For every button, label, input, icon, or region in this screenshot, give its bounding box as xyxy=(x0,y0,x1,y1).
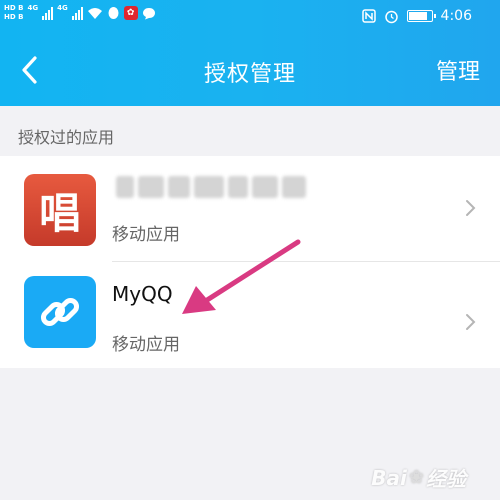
sing-app-glyph: 唱 xyxy=(38,188,81,238)
chevron-right-icon xyxy=(466,200,476,216)
qq-penguin-icon xyxy=(108,7,119,19)
network-type-2: 4G xyxy=(57,4,68,12)
annotation-arrow-icon xyxy=(182,239,301,314)
alarm-icon xyxy=(384,10,398,23)
app-type-label: 移动应用 xyxy=(112,335,180,355)
baidu-watermark: Bai ❀ 经验 xyxy=(371,463,466,492)
sim-1-mark: B xyxy=(18,4,24,12)
app-header: HD B HD B 4G 4G ✿ 4:06 授权管理 管理 xyxy=(0,0,500,106)
nfc-icon xyxy=(361,9,376,23)
watermark-text-right: 经验 xyxy=(426,467,466,491)
signal-icon xyxy=(42,6,54,20)
app-name: MyQQ xyxy=(112,282,173,306)
clock: 4:06 xyxy=(440,8,472,24)
watermark-text-left: Bai xyxy=(371,465,407,490)
network-type-1: 4G xyxy=(27,4,39,12)
section-label: 授权过的应用 xyxy=(18,128,115,147)
signal-icon-2 xyxy=(71,6,83,20)
message-icon xyxy=(142,7,155,19)
obscured-app-name xyxy=(116,174,316,200)
page-title: 授权管理 xyxy=(203,62,296,87)
sim-1-label: HD xyxy=(4,4,16,12)
sim-indicator: HD B HD B xyxy=(4,4,23,22)
status-left: HD B HD B 4G 4G ✿ xyxy=(4,4,156,22)
status-right: 4:06 xyxy=(361,8,472,24)
battery-icon xyxy=(406,10,436,22)
link-icon xyxy=(24,276,96,348)
manage-button[interactable]: 管理 xyxy=(436,54,480,86)
sim-2-mark: B xyxy=(18,13,24,21)
paw-icon: ❀ xyxy=(408,467,424,488)
battery-fill xyxy=(408,12,428,20)
status-bar: HD B HD B 4G 4G ✿ 4:06 xyxy=(0,0,500,34)
sim-2-label: HD xyxy=(4,13,16,21)
chain-link-icon xyxy=(40,297,80,327)
chevron-right-icon xyxy=(466,314,476,330)
sing-app-icon: 唱 xyxy=(24,174,96,246)
huawei-app-icon: ✿ xyxy=(123,6,138,20)
wifi-icon xyxy=(87,7,102,19)
